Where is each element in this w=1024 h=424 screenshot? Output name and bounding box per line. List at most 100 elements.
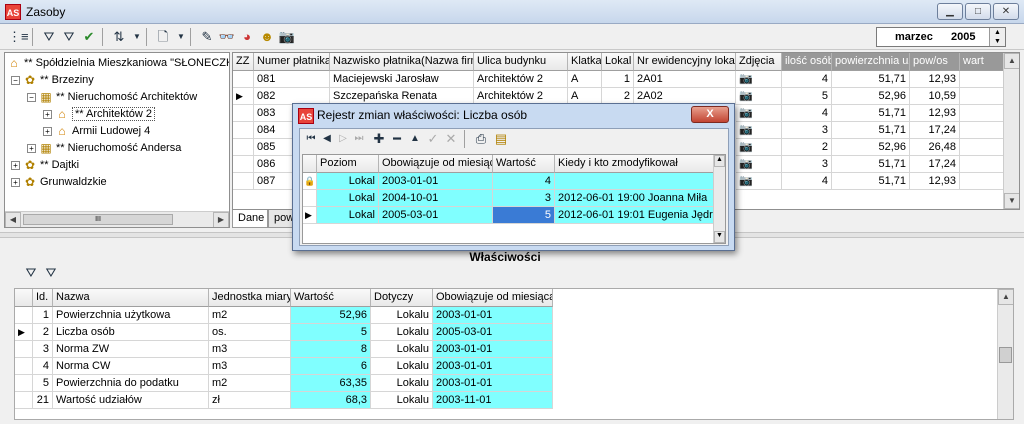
column-header[interactable]: Dotyczy (371, 289, 433, 307)
delete-record-icon[interactable]: ━ (388, 130, 406, 148)
column-header[interactable]: pow/os (910, 53, 960, 71)
camera-icon[interactable]: 📷 (736, 139, 782, 156)
cell-value-selected[interactable]: 5 (493, 207, 555, 224)
scroll-left-icon[interactable]: ◀ (5, 212, 21, 227)
tree-item-nieruchomosc-andersa[interactable]: + ▦ ** Nieruchomość Andersa (27, 140, 181, 156)
column-header[interactable]: Wartość (291, 289, 371, 307)
expand-icon[interactable]: + (11, 177, 20, 187)
column-header[interactable]: ZZ (233, 53, 254, 71)
history-vertical-scrollbar[interactable]: ▲ ▼ (713, 155, 725, 243)
column-header[interactable]: wart (960, 53, 1004, 71)
cell-valid-from[interactable]: 2003-01-01 (433, 375, 553, 392)
column-header[interactable]: Nr ewidencyjny lokalu (634, 53, 736, 71)
cell-value[interactable]: 63,35 (291, 375, 371, 392)
new-document-icon[interactable]: 🗋 (154, 28, 172, 46)
tree-item-nieruchomosc-architektow[interactable]: − ▦ ** Nieruchomość Architektów (27, 89, 197, 105)
cell-valid-from[interactable]: 2003-01-01 (433, 307, 553, 324)
scroll-up-icon[interactable]: ▲ (1004, 53, 1019, 69)
camera-icon[interactable]: 📷 (736, 71, 782, 88)
cell-value[interactable]: 8 (291, 341, 371, 358)
month-spinner[interactable]: ▲ ▼ (989, 28, 1005, 46)
binoculars-icon[interactable]: 👓 (218, 28, 236, 46)
add-record-icon[interactable]: ✚ (370, 130, 388, 148)
collapse-icon[interactable]: − (27, 92, 36, 102)
month-year-picker[interactable]: marzec 2005 ▲ ▼ (876, 27, 1006, 47)
tree-item-armii-ludowej[interactable]: + ⌂ Armii Ludowej 4 (43, 123, 150, 139)
last-record-icon[interactable]: ⏭ (350, 130, 368, 148)
properties-vertical-scrollbar[interactable]: ▲ (997, 289, 1013, 419)
scroll-thumb[interactable] (999, 347, 1012, 363)
filter-clear-icon[interactable]: ⛛ (60, 28, 78, 46)
chart-icon[interactable]: ◕ (238, 28, 256, 46)
tree-item-brzeziny[interactable]: − ✿ ** Brzeziny (11, 72, 94, 88)
tree-item-dajtki[interactable]: + ✿ ** Dajtki (11, 157, 79, 173)
column-header[interactable]: ilość osób (782, 53, 832, 71)
camera-icon[interactable]: 📷 (736, 88, 782, 105)
column-header[interactable]: Obowiązuje od miesiąca (379, 155, 493, 173)
sort-icon[interactable]: ⇅ (110, 28, 128, 46)
column-header[interactable]: Klatka (568, 53, 602, 71)
scroll-up-icon[interactable]: ▲ (714, 155, 725, 167)
cell-valid-from[interactable]: 2005-03-01 (433, 324, 553, 341)
cancel-record-icon[interactable]: ✕ (442, 130, 460, 148)
print-icon[interactable]: ⎙ (472, 130, 490, 148)
collapse-icon[interactable]: − (11, 75, 20, 85)
filter-icon[interactable]: ⛛ (40, 28, 58, 46)
camera-icon[interactable]: 📷 (736, 156, 782, 173)
scroll-right-icon[interactable]: ▶ (213, 212, 229, 227)
sort-dropdown-icon[interactable]: ▼ (128, 28, 146, 46)
tree-item-grunwaldzkie[interactable]: + ✿ Grunwaldzkie (11, 174, 107, 190)
camera-icon[interactable]: 📷 (736, 105, 782, 122)
tab-dane[interactable]: Dane (232, 210, 268, 228)
cell-value[interactable]: 68,3 (291, 392, 371, 409)
users-icon[interactable]: ☻ (258, 28, 276, 46)
camera-icon[interactable]: 📷 (278, 28, 296, 46)
column-header[interactable]: Poziom (317, 155, 379, 173)
cell-value[interactable]: 52,96 (291, 307, 371, 324)
cell-value[interactable]: 6 (291, 358, 371, 375)
column-header[interactable]: Kiedy i kto zmodyfikował (555, 155, 715, 173)
column-header[interactable]: Ulica budynku (474, 53, 568, 71)
new-dropdown-icon[interactable]: ▼ (172, 28, 190, 46)
check-icon[interactable]: ✔ (80, 28, 98, 46)
cell-valid-from[interactable]: 2003-01-01 (433, 341, 553, 358)
column-header[interactable]: Id. (33, 289, 53, 307)
tree-item-architektow-2[interactable]: + ⌂ ** Architektów 2 (43, 106, 156, 122)
edit-record-icon[interactable]: ▲ (406, 130, 424, 148)
column-header[interactable]: Nazwa (53, 289, 209, 307)
scroll-down-icon[interactable]: ▼ (714, 231, 725, 243)
cell-value[interactable]: 5 (291, 324, 371, 341)
column-header[interactable]: powierzchnia użyt. (832, 53, 910, 71)
dialog-close-button[interactable]: X (691, 106, 729, 123)
column-header[interactable]: Obowiązuje od miesiąca (433, 289, 553, 307)
post-record-icon[interactable]: ✓ (424, 130, 442, 148)
column-header[interactable]: Numer płatnika (254, 53, 330, 71)
expand-icon[interactable]: + (43, 109, 52, 119)
tree-horizontal-scrollbar[interactable]: ◀ III ▶ (5, 211, 229, 227)
maximize-button[interactable]: □ (965, 3, 991, 20)
camera-icon[interactable]: 📷 (736, 173, 782, 190)
filter-icon[interactable]: ⛛ (22, 264, 40, 282)
column-header[interactable]: Nazwisko płatnika(Nazwa firmy) (330, 53, 474, 71)
minimize-button[interactable]: ▁ (937, 3, 963, 20)
expand-icon[interactable]: + (11, 160, 20, 170)
close-window-button[interactable]: ✕ (993, 3, 1019, 20)
scroll-up-icon[interactable]: ▲ (998, 289, 1013, 305)
column-header[interactable]: Zdjęcia (736, 53, 782, 71)
export-icon[interactable]: ▤ (492, 130, 510, 148)
tree-item-root[interactable]: ⌂ ** Spółdzielnia Mieszkaniowa "SŁONECZKO… (7, 55, 229, 71)
cell-valid-from[interactable]: 2003-11-01 (433, 392, 553, 409)
column-header[interactable]: Wartość (493, 155, 555, 173)
expand-icon[interactable]: + (43, 126, 52, 136)
scroll-thumb[interactable]: III (23, 214, 173, 225)
filter-clear-icon[interactable]: ⛛ (42, 264, 60, 282)
cell-valid-from[interactable]: 2003-01-01 (433, 358, 553, 375)
edit-icon[interactable]: ✎ (198, 28, 216, 46)
camera-icon[interactable]: 📷 (736, 122, 782, 139)
column-header[interactable]: Jednostka miary (209, 289, 291, 307)
tree-view-icon[interactable]: ⋮≡ (8, 28, 29, 46)
expand-icon[interactable]: + (27, 143, 36, 153)
main-grid-vertical-scrollbar[interactable]: ▲ ▼ (1003, 53, 1019, 209)
column-header[interactable]: Lokal (602, 53, 634, 71)
scroll-down-icon[interactable]: ▼ (1004, 193, 1019, 209)
